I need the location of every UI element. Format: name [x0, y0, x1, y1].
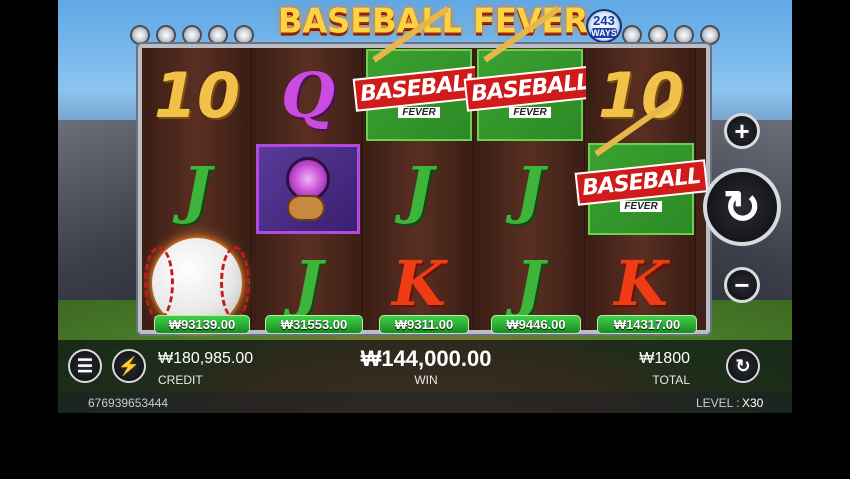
- symbol-baseball-fever: BASEBALL FEVER: [463, 5, 597, 142]
- lightning-icon: ⚡: [117, 355, 141, 376]
- info-strip: 676939653444 LEVEL : X30: [58, 392, 792, 413]
- reel-1: 10 J: [142, 48, 252, 330]
- credit-label: CREDIT: [158, 373, 203, 387]
- win-value: ₩144,000.00: [360, 346, 492, 371]
- marquee-light: [700, 25, 720, 45]
- marquee-light: [234, 25, 254, 45]
- reel-frame: 10 J Q J BASEBALL FEVER J K BASEBALL FEV…: [138, 5, 710, 334]
- symbol-10: 10: [153, 58, 241, 132]
- level-value: X30: [742, 396, 764, 410]
- credit-value: ₩180,985.00: [158, 350, 254, 367]
- reel-win-amount: ₩93139.00: [154, 315, 250, 334]
- increase-bet-button[interactable]: +: [724, 113, 760, 149]
- symbol-j: J: [515, 152, 545, 226]
- session-id: 676939653444: [88, 396, 169, 410]
- reel-win-amount: ₩9446.00: [491, 315, 581, 334]
- marquee-light: [130, 25, 150, 45]
- game-stage: BASEBALL FEVER 243 WAYS 10 J Q J BASEBAL…: [58, 0, 792, 413]
- reel-3: BASEBALL FEVER J K: [352, 5, 486, 330]
- symbol-q: Q: [280, 58, 335, 132]
- spin-button[interactable]: ↻: [703, 168, 781, 246]
- total-bet-value: ₩1800: [639, 350, 690, 367]
- autoplay-button[interactable]: ↻: [726, 349, 760, 383]
- reel-4: BASEBALL FEVER J J: [463, 5, 597, 330]
- ways-badge: 243 WAYS: [586, 9, 622, 43]
- level-label: LEVEL :: [696, 396, 740, 410]
- status-bar: ☰ ⚡ ₩180,985.00 CREDIT ₩144,000.00 WIN ₩…: [58, 340, 792, 392]
- win-label: WIN: [414, 373, 438, 387]
- marquee-light: [156, 25, 176, 45]
- reel-win-amount: ₩9311.00: [379, 315, 469, 334]
- total-bet-label: TOTAL: [652, 373, 690, 387]
- decrease-bet-button[interactable]: −: [724, 267, 760, 303]
- marquee-light: [622, 25, 642, 45]
- hamburger-menu-icon: ☰: [76, 355, 94, 376]
- menu-button[interactable]: ☰: [68, 349, 102, 383]
- reel-win-amount: ₩14317.00: [597, 315, 697, 334]
- turbo-button[interactable]: ⚡: [112, 349, 146, 383]
- ways-count: 243: [593, 13, 615, 28]
- catcher-icon: [256, 144, 360, 234]
- symbol-j: J: [182, 152, 212, 226]
- reel-5: 10 BASEBALL FEVER K: [574, 48, 708, 330]
- symbol-10: 10: [597, 58, 685, 132]
- symbol-catcher: [253, 142, 363, 236]
- marquee-light: [182, 25, 202, 45]
- symbol-j: J: [404, 152, 434, 226]
- reel-2: Q J: [253, 48, 363, 330]
- marquee-light: [208, 25, 228, 45]
- autoplay-icon: ↻: [735, 355, 751, 376]
- symbol-baseball-fever: BASEBALL FEVER: [574, 99, 708, 236]
- reel-win-amount: ₩31553.00: [265, 315, 363, 334]
- symbol-baseball-fever: BASEBALL FEVER: [352, 5, 486, 142]
- marquee-light: [674, 25, 694, 45]
- ways-label: WAYS: [591, 28, 617, 38]
- refresh-icon: ↻: [722, 181, 762, 233]
- marquee-light: [648, 25, 668, 45]
